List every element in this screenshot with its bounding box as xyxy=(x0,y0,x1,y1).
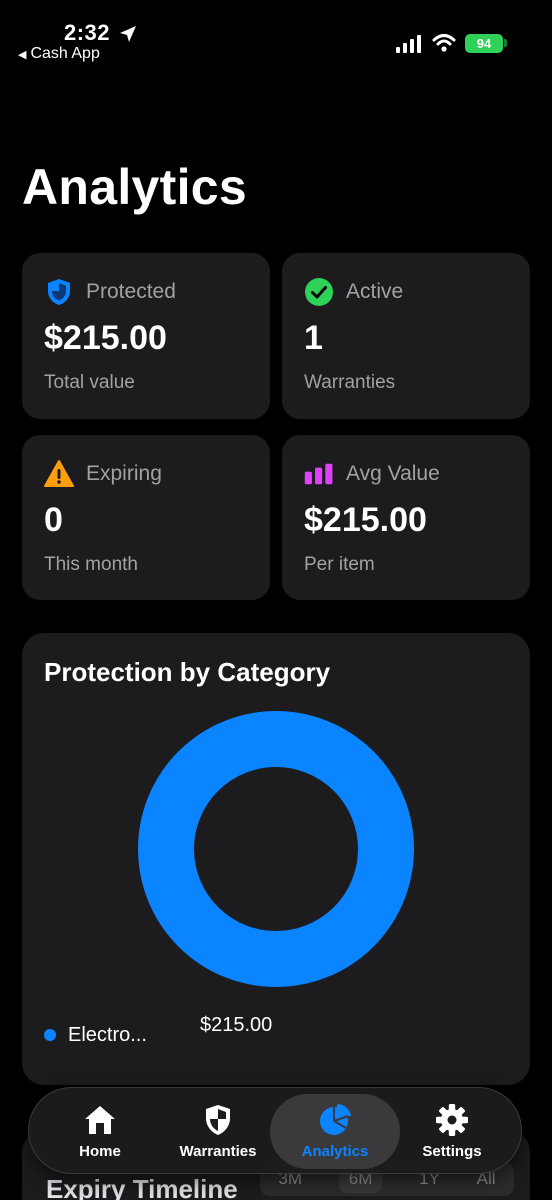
battery-level: 94 xyxy=(476,36,492,51)
battery-indicator: 94 xyxy=(465,34,503,53)
tab-home[interactable]: Home xyxy=(41,1094,159,1169)
active-value: 1 xyxy=(304,319,323,357)
legend-category-value: $215.00 xyxy=(200,1014,273,1036)
gear-icon xyxy=(436,1104,468,1136)
avg-value-subtitle: Per item xyxy=(304,554,375,575)
battery-nub xyxy=(504,39,507,47)
avg-value-card: Avg Value $215.00 Per item xyxy=(282,435,530,600)
tab-warranties[interactable]: Warranties xyxy=(159,1094,277,1169)
active-label: Active xyxy=(346,280,404,303)
protected-label: Protected xyxy=(86,280,176,303)
bar-chart-icon xyxy=(304,463,333,485)
legend-dot-electronics xyxy=(44,1029,56,1041)
tab-settings-label: Settings xyxy=(422,1143,482,1160)
expiring-value: 0 xyxy=(44,501,63,539)
active-card: Active 1 Warranties xyxy=(282,253,530,419)
avg-value-label: Avg Value xyxy=(346,462,440,485)
legend-category-name: Electro... xyxy=(68,1024,147,1046)
tab-analytics[interactable]: Analytics xyxy=(270,1094,400,1169)
expiring-card: Expiring 0 This month xyxy=(22,435,270,600)
tab-home-label: Home xyxy=(79,1143,121,1160)
warning-triangle-icon xyxy=(44,460,74,487)
back-to-app-button[interactable]: ◀ Cash App xyxy=(18,45,100,63)
timeline-title: Expiry Timeline xyxy=(46,1174,238,1200)
category-title: Protection by Category xyxy=(44,657,331,687)
back-app-label: Cash App xyxy=(30,45,100,62)
checkmark-circle-icon xyxy=(305,278,333,306)
tab-bar: Home Warranties Analytics Settings xyxy=(28,1087,522,1174)
page-title: Analytics xyxy=(22,159,248,215)
tab-analytics-label: Analytics xyxy=(301,1143,369,1160)
pie-chart-icon xyxy=(320,1103,351,1135)
protected-value: $215.00 xyxy=(44,319,167,357)
tab-warranties-label: Warranties xyxy=(179,1143,257,1160)
status-time: 2:32 xyxy=(64,20,111,45)
location-arrow-icon xyxy=(120,26,136,42)
shield-icon xyxy=(206,1105,230,1135)
back-triangle-icon: ◀ xyxy=(18,48,27,61)
expiring-label: Expiring xyxy=(86,462,162,485)
category-donut-chart xyxy=(138,711,414,987)
avg-value-value: $215.00 xyxy=(304,501,427,539)
expiring-subtitle: This month xyxy=(44,554,138,575)
protected-subtitle: Total value xyxy=(44,372,135,393)
active-subtitle: Warranties xyxy=(304,372,396,393)
protected-card: Protected $215.00 Total value xyxy=(22,253,270,419)
wifi-icon xyxy=(432,34,456,52)
category-card: Protection by Category Electro... $215.0… xyxy=(22,633,530,1085)
donut-slice-0 xyxy=(138,711,414,987)
cellular-signal-icon xyxy=(396,35,421,53)
tab-settings[interactable]: Settings xyxy=(393,1094,511,1169)
house-icon xyxy=(85,1106,115,1134)
shield-icon xyxy=(48,279,70,305)
